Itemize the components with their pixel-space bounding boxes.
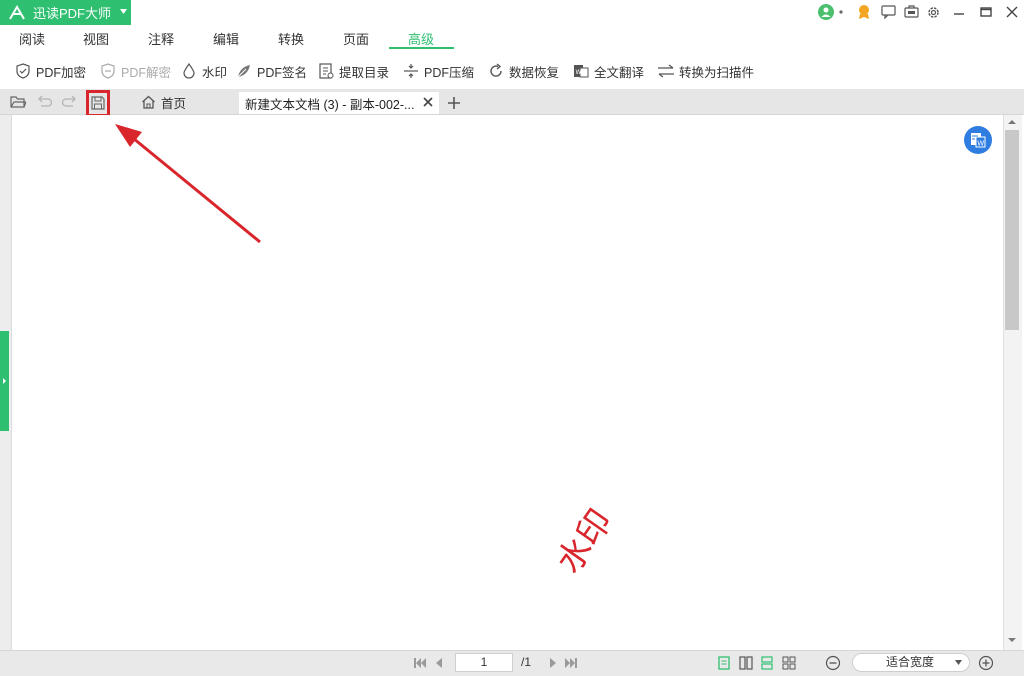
svg-text:W: W [576,69,582,76]
red-arrow-annotation [115,124,261,244]
translate-icon: W [572,62,590,80]
skin-icon[interactable] [902,3,920,21]
zoom-out-icon[interactable] [825,655,841,671]
shield-minus-icon [99,62,117,80]
first-page-icon[interactable] [412,655,428,671]
restore-icon [487,62,505,80]
close-tab-icon[interactable] [422,96,434,108]
word-convert-icon: W [971,133,986,148]
last-page-icon[interactable] [563,655,579,671]
maximize-icon[interactable] [977,3,995,21]
list-doc-icon [317,62,335,80]
user-avatar-icon[interactable] [817,3,835,21]
convert-to-scan-label: 转换为扫描件 [679,65,755,80]
plus-icon [448,97,460,109]
app-menu-button[interactable]: 迅读PDF大师 [0,0,131,25]
full-translate-label: 全文翻译 [594,65,645,80]
next-page-icon[interactable] [545,655,561,671]
redo-icon[interactable] [61,93,79,111]
tab-page[interactable]: 页面 [334,30,378,50]
app-title: 迅读PDF大师 [33,6,112,21]
chevron-down-icon [955,660,962,665]
droplet-icon [180,62,198,80]
convert-to-word-button[interactable]: W [964,126,992,154]
gear-icon[interactable] [924,3,942,21]
scroll-up-icon[interactable] [1006,118,1018,126]
feather-icon [235,62,253,80]
scroll-thumb[interactable] [1005,130,1019,330]
pdf-decrypt-button[interactable]: PDF解密 [99,61,171,81]
vip-badge-icon[interactable] [855,3,873,21]
svg-text:W: W [977,140,984,148]
app-logo-icon [8,4,26,22]
continuous-view-icon[interactable] [759,655,775,671]
single-page-view-icon[interactable] [716,655,732,671]
home-icon [141,95,156,109]
pdf-compress-label: PDF压缩 [424,65,475,80]
message-icon[interactable] [879,3,897,21]
tab-home[interactable]: 首页 [141,93,186,111]
watermark-button[interactable]: 水印 [180,61,227,81]
pdf-decrypt-label: PDF解密 [121,65,172,80]
zoom-level-select[interactable]: 适合宽度 [852,653,970,672]
tab-convert[interactable]: 转换 [269,30,313,50]
shield-check-icon [14,62,32,80]
pdf-encrypt-button[interactable]: PDF加密 [14,61,86,81]
minimize-icon[interactable] [950,3,968,21]
scroll-down-icon[interactable] [1006,636,1018,644]
page-total: /1 [521,655,532,669]
tab-home-label: 首页 [161,96,187,111]
compress-icon [402,62,420,80]
dot-icon [836,3,846,21]
two-page-continuous-icon[interactable] [781,655,797,671]
zoom-in-icon[interactable] [978,655,994,671]
active-tab-indicator [389,47,454,49]
data-restore-label: 数据恢复 [509,65,560,80]
pdf-sign-button[interactable]: PDF签名 [235,61,307,81]
data-restore-button[interactable]: 数据恢复 [487,61,559,81]
extract-toc-label: 提取目录 [339,65,390,80]
two-page-view-icon[interactable] [738,655,754,671]
tab-edit[interactable]: 编辑 [204,30,248,50]
tab-view[interactable]: 视图 [74,30,118,50]
watermark-label: 水印 [202,65,228,80]
convert-to-scan-button[interactable]: 转换为扫描件 [657,61,754,81]
tab-read[interactable]: 阅读 [10,30,54,50]
close-icon[interactable] [1003,3,1021,21]
swap-icon [657,62,675,80]
pdf-encrypt-label: PDF加密 [36,65,87,80]
page-number-input[interactable]: 1 [455,653,513,672]
sidebar-toggle[interactable] [0,331,9,431]
pdf-sign-label: PDF签名 [257,65,308,80]
new-tab-button[interactable] [444,93,464,113]
full-translate-button[interactable]: W 全文翻译 [572,61,644,81]
chevron-right-icon [3,378,6,384]
tab-annotate[interactable]: 注释 [139,30,183,50]
chevron-down-icon [120,9,127,14]
open-folder-icon[interactable] [9,93,27,111]
undo-icon[interactable] [35,93,53,111]
prev-page-icon[interactable] [431,655,447,671]
pdf-compress-button[interactable]: PDF压缩 [402,61,474,81]
extract-toc-button[interactable]: 提取目录 [317,61,389,81]
tab-document-label: 新建文本文档 (3) - 副本-002-... [245,97,415,112]
